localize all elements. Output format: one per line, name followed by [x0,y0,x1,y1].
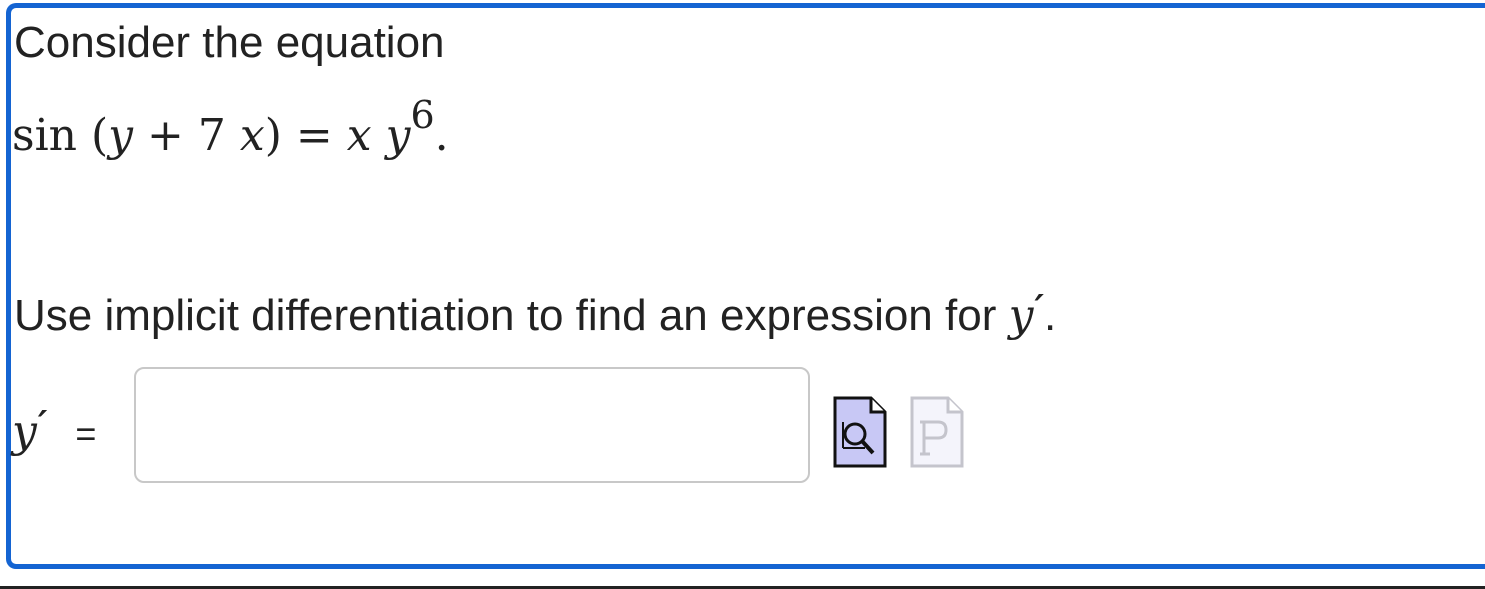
equation-rhs-y: y [385,110,411,161]
equation-x: x [239,110,265,161]
equation-rhs-x: x [346,110,372,161]
answer-label-var: y [12,406,37,457]
instruction-body: Use implicit differentiation to find an … [14,291,1009,340]
equation-close-paren: ) [264,110,282,161]
paste-document-icon [910,396,964,468]
answer-input[interactable] [134,367,810,483]
equation-y: y [108,110,134,161]
intro-text: Consider the equation [14,18,445,67]
preview-document-icon [833,396,887,468]
equation-fn: sin [12,110,77,161]
equation-exponent: 6 [410,93,435,137]
equation-coef: 7 [197,110,226,161]
answer-label-prime: ′ [37,404,48,445]
answer-label-equals: = [75,413,97,454]
instruction-prime: ′ [1034,288,1044,329]
question-frame [6,3,1485,569]
equation-period: . [434,110,449,161]
equation: sin (y + 7 x) = x y6. [12,96,449,158]
instruction-var: y [1008,290,1034,341]
equation-equals: = [295,110,333,161]
instruction-text: Use implicit differentiation to find an … [14,291,1057,340]
equation-open-paren: ( [91,110,109,161]
instruction-period: . [1043,291,1057,340]
answer-label: y′ = [12,407,97,454]
equation-plus: + [147,110,184,161]
preview-button[interactable] [833,396,887,468]
paste-button[interactable] [910,396,964,468]
